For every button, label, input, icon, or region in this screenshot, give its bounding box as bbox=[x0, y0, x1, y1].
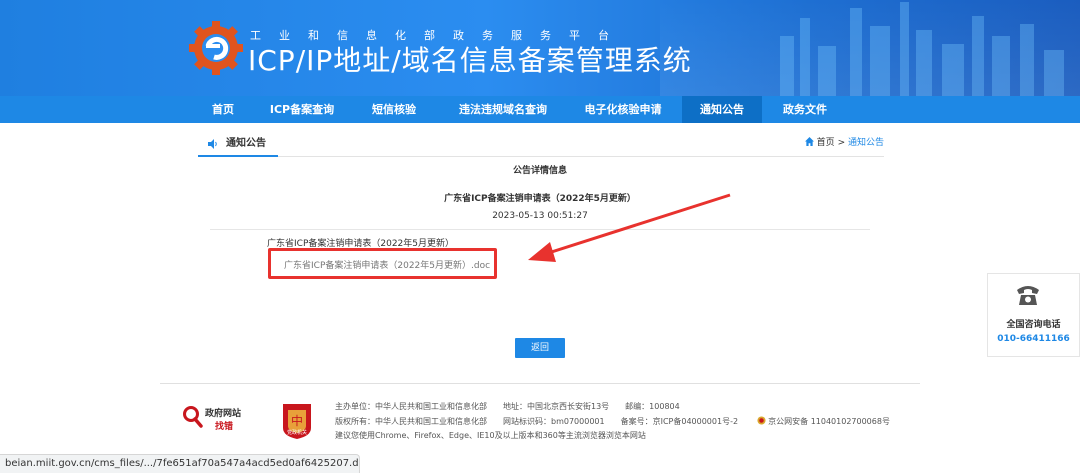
nav-e-verify-apply[interactable]: 电子化核验申请 bbox=[574, 96, 672, 123]
contact-widget[interactable]: 全国咨询电话 010-66411166 bbox=[987, 273, 1080, 357]
svg-text:中: 中 bbox=[291, 413, 303, 428]
nav-icp-query[interactable]: ICP备案查询 bbox=[258, 96, 346, 123]
footer-line-2-main: 版权所有：中华人民共和国工业和信息化部 网站标识码：bm07000001 备案号… bbox=[335, 417, 739, 426]
magnifier-icon bbox=[183, 406, 203, 428]
breadcrumb-separator: > bbox=[837, 138, 846, 148]
party-gov-label: 党政机关 bbox=[287, 430, 308, 436]
police-badge-icon bbox=[757, 416, 766, 425]
gov-site-sub-label: 找错 bbox=[215, 422, 234, 432]
footer-line-1: 主办单位：中华人民共和国工业和信息化部 地址：中国北京西长安街13号 邮编：10… bbox=[335, 402, 680, 411]
nav-illegal-domain-query[interactable]: 违法违规域名查询 bbox=[444, 96, 562, 123]
section-tab: 通知公告 bbox=[198, 130, 278, 157]
miit-gear-logo-icon bbox=[189, 21, 243, 75]
site-header: 工业和信息化部政务服务平台 ICP/IP地址/域名信息备案管理系统 bbox=[0, 0, 1080, 96]
telephone-icon bbox=[1017, 286, 1039, 305]
contact-number: 010-66411166 bbox=[997, 334, 1070, 344]
back-button[interactable]: 返回 bbox=[515, 338, 565, 358]
speaker-icon bbox=[208, 139, 217, 149]
contact-label: 全国咨询电话 bbox=[1006, 320, 1061, 330]
gov-site-label: 政府网站 bbox=[205, 409, 242, 419]
nav-sms-verify[interactable]: 短信核验 bbox=[358, 96, 430, 123]
status-bar-url: beian.miit.gov.cn/cms_files/.../7fe651af… bbox=[0, 454, 360, 473]
breadcrumb-current-link[interactable]: 通知公告 bbox=[848, 138, 884, 148]
footer-line-2: 版权所有：中华人民共和国工业和信息化部 网站标识码：bm07000001 备案号… bbox=[335, 416, 890, 428]
nav-policy-docs[interactable]: 政务文件 bbox=[770, 96, 840, 123]
section-tab-label: 通知公告 bbox=[226, 138, 266, 149]
site-title: ICP/IP地址/域名信息备案管理系统 bbox=[248, 44, 692, 77]
detail-heading: 公告详情信息 bbox=[512, 166, 567, 176]
footer-divider bbox=[160, 383, 920, 384]
breadcrumb-home-link[interactable]: 首页 bbox=[817, 138, 835, 148]
main-nav: 首页 ICP备案查询 短信核验 违法违规域名查询 电子化核验申请 通知公告 政务… bbox=[0, 96, 1080, 123]
footer-public-security-record[interactable]: 京公网安备 11040102700068号 bbox=[768, 417, 890, 426]
breadcrumb-bar: 通知公告 首页 > 通知公告 bbox=[198, 130, 884, 157]
gov-site-error-report-logo[interactable]: 政府网站 找错 bbox=[183, 405, 253, 432]
red-arrow-annotation bbox=[528, 193, 731, 262]
breadcrumb: 首页 > 通知公告 bbox=[804, 130, 884, 157]
footer-line-3: 建议您使用Chrome、Firefox、Edge、IE10及以上版本和360等主… bbox=[335, 431, 646, 440]
party-gov-org-logo[interactable]: 中 党政机关 bbox=[280, 402, 314, 440]
site-subtitle: 工业和信息化部政务服务平台 bbox=[250, 29, 627, 42]
skyline-decoration bbox=[660, 0, 1080, 96]
home-icon bbox=[804, 137, 814, 146]
nav-home[interactable]: 首页 bbox=[198, 96, 248, 123]
nav-notices[interactable]: 通知公告 bbox=[682, 96, 762, 123]
attachment-link[interactable]: 广东省ICP备案注销申请表（2022年5月更新）.doc bbox=[284, 258, 490, 271]
